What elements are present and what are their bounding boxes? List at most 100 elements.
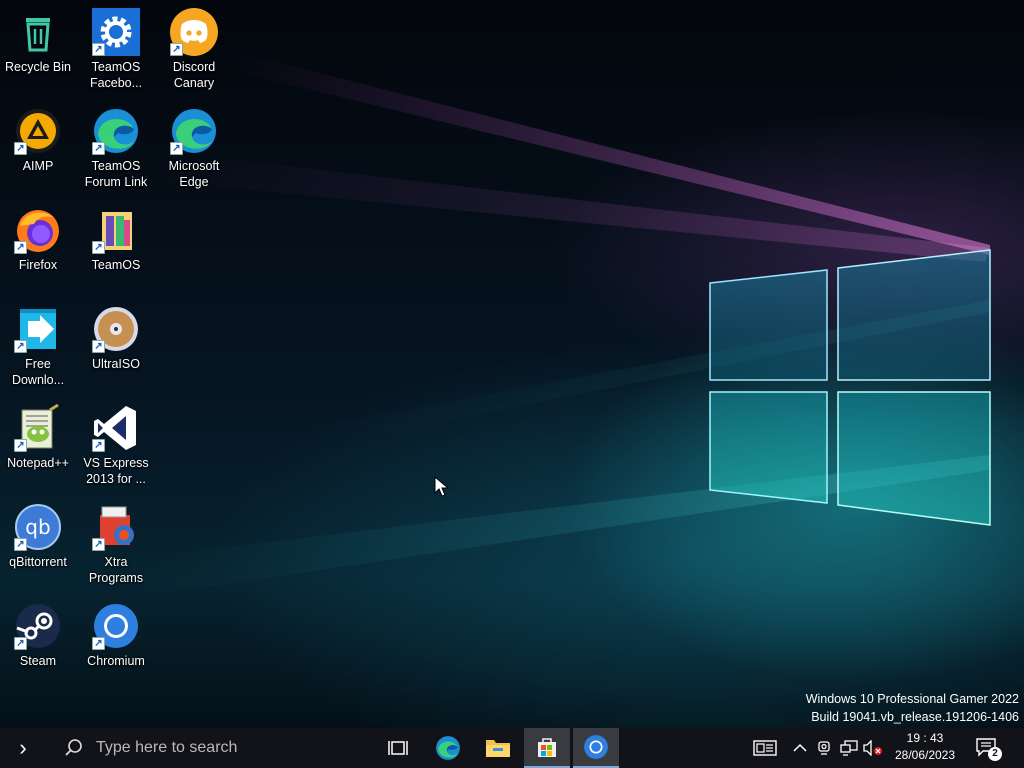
search-placeholder: Type here to search bbox=[96, 739, 238, 756]
ultraiso-disc-icon: ↗ bbox=[92, 305, 140, 353]
desktop-icon-microsoft-edge[interactable]: ↗ Microsoft Edge bbox=[156, 101, 232, 193]
firefox-icon: ↗ bbox=[14, 206, 62, 254]
news-and-interests-button[interactable] bbox=[748, 728, 782, 768]
watermark-build: Build 19041.vb_release.191206-1406 bbox=[811, 710, 1019, 724]
taskbar-edge-button[interactable] bbox=[424, 728, 472, 768]
network-icon bbox=[840, 740, 858, 756]
chevron-right-icon: › bbox=[19, 735, 27, 760]
shortcut-arrow-icon: ↗ bbox=[14, 241, 27, 254]
icon-label: Firefox bbox=[18, 258, 58, 272]
search-icon bbox=[65, 739, 82, 756]
desktop-icon-teamos-facebook[interactable]: ↗ TeamOS Facebo... bbox=[78, 2, 154, 94]
folder-icon bbox=[486, 740, 510, 757]
task-view-icon bbox=[388, 741, 408, 755]
shortcut-arrow-icon: ↗ bbox=[92, 241, 105, 254]
windows-build-watermark: Windows 10 Professional Gamer 2022 Build… bbox=[806, 690, 1019, 726]
chromium-icon: ↗ bbox=[92, 602, 140, 650]
shortcut-arrow-icon: ↗ bbox=[14, 340, 27, 353]
icon-label: TeamOS bbox=[91, 258, 141, 272]
visual-studio-icon: ↗ bbox=[92, 404, 140, 452]
desktop-icon-recycle-bin[interactable]: Recycle Bin bbox=[0, 2, 76, 94]
recycle-bin-icon bbox=[14, 8, 62, 56]
teamos-icon: ↗ bbox=[92, 206, 140, 254]
desktop-icon-teamos[interactable]: ↗ TeamOS bbox=[78, 200, 154, 292]
action-center-button[interactable]: 2 bbox=[970, 728, 1004, 768]
shortcut-arrow-icon: ↗ bbox=[92, 142, 105, 155]
start-button[interactable]: › bbox=[0, 728, 46, 768]
desktop-icon-firefox[interactable]: ↗ Firefox bbox=[0, 200, 76, 292]
desktop-icon-steam[interactable]: ↗ Steam bbox=[0, 596, 76, 688]
shortcut-arrow-icon: ↗ bbox=[92, 538, 105, 551]
desktop-icon-vs-express[interactable]: ↗ VS Express 2013 for ... bbox=[78, 398, 154, 490]
icon-label: qBittorrent bbox=[9, 555, 67, 569]
desktop-icon-qbittorrent[interactable]: qb ↗ qBittorrent bbox=[0, 497, 76, 589]
desktop[interactable]: Recycle Bin ↗ AIMP ↗ Firefox ↗ Free Down… bbox=[0, 0, 1024, 728]
discord-icon: ↗ bbox=[170, 8, 218, 56]
mouse-cursor-icon bbox=[434, 476, 450, 497]
taskbar-clock[interactable]: 19 : 43 28/06/2023 bbox=[884, 730, 966, 764]
edge-icon bbox=[436, 736, 460, 760]
desktop-icon-ultraiso[interactable]: ↗ UltraISO bbox=[78, 299, 154, 391]
shortcut-arrow-icon: ↗ bbox=[14, 637, 27, 650]
show-hidden-icons-button[interactable] bbox=[790, 728, 810, 768]
desktop-icon-discord-canary[interactable]: ↗ Discord Canary bbox=[156, 2, 232, 94]
aimp-icon: ↗ bbox=[14, 107, 62, 155]
icon-label: Xtra Programs bbox=[88, 555, 144, 585]
icon-label: Microsoft Edge bbox=[168, 159, 220, 189]
taskbar-file-explorer-button[interactable] bbox=[474, 728, 522, 768]
tray-webcam-button[interactable] bbox=[814, 728, 834, 768]
tray-network-button[interactable] bbox=[838, 728, 860, 768]
shortcut-arrow-icon: ↗ bbox=[92, 439, 105, 452]
edge-icon: ↗ bbox=[92, 107, 140, 155]
chromium-icon bbox=[584, 735, 608, 759]
shortcut-arrow-icon: ↗ bbox=[14, 538, 27, 551]
icon-label: Chromium bbox=[87, 654, 145, 668]
edge-icon: ↗ bbox=[170, 107, 218, 155]
clock-time: 19 : 43 bbox=[906, 731, 944, 745]
icon-label: Free Downlo... bbox=[11, 357, 65, 387]
webcam-icon bbox=[818, 741, 830, 755]
svg-text:qb: qb bbox=[25, 515, 50, 539]
store-icon bbox=[538, 738, 556, 757]
notepad-plus-plus-icon: ↗ bbox=[14, 403, 62, 452]
taskbar-search-box[interactable]: Type here to search bbox=[46, 728, 376, 768]
shortcut-arrow-icon: ↗ bbox=[14, 439, 27, 452]
tray-volume-button[interactable] bbox=[862, 728, 884, 768]
taskbar-store-button[interactable] bbox=[524, 728, 570, 768]
taskbar-chromium-button[interactable] bbox=[573, 728, 619, 768]
free-download-manager-icon: ↗ bbox=[14, 305, 62, 353]
shortcut-arrow-icon: ↗ bbox=[14, 142, 27, 155]
shortcut-arrow-icon: ↗ bbox=[92, 340, 105, 353]
steam-icon: ↗ bbox=[14, 602, 62, 650]
chevron-up-icon bbox=[793, 743, 807, 752]
gear-settings-icon: ↗ bbox=[92, 8, 140, 56]
icon-label: AIMP bbox=[22, 159, 54, 173]
icon-label: VS Express 2013 for ... bbox=[83, 456, 149, 486]
notification-count-badge: 2 bbox=[988, 747, 1002, 761]
icon-label: Discord Canary bbox=[172, 60, 216, 90]
desktop-icon-aimp[interactable]: ↗ AIMP bbox=[0, 101, 76, 193]
shortcut-arrow-icon: ↗ bbox=[170, 43, 183, 56]
desktop-icon-chromium[interactable]: ↗ Chromium bbox=[78, 596, 154, 688]
clock-date: 28/06/2023 bbox=[894, 748, 956, 762]
icon-label: Recycle Bin bbox=[5, 60, 71, 74]
icon-label: Steam bbox=[19, 654, 57, 668]
desktop-icon-free-download-manager[interactable]: ↗ Free Downlo... bbox=[0, 299, 76, 391]
news-icon bbox=[753, 740, 777, 756]
xtra-programs-icon: ↗ bbox=[92, 503, 140, 551]
volume-muted-icon bbox=[863, 740, 882, 756]
desktop-icon-teamos-forum-link[interactable]: ↗ TeamOS Forum Link bbox=[78, 101, 154, 193]
shortcut-arrow-icon: ↗ bbox=[92, 43, 105, 56]
icon-label: TeamOS Facebo... bbox=[89, 60, 143, 90]
qbittorrent-icon: qb ↗ bbox=[14, 503, 62, 551]
icon-label: TeamOS Forum Link bbox=[84, 159, 148, 189]
icon-label: Notepad++ bbox=[7, 456, 69, 470]
shortcut-arrow-icon: ↗ bbox=[170, 142, 183, 155]
task-view-button[interactable] bbox=[376, 728, 420, 768]
shortcut-arrow-icon: ↗ bbox=[92, 637, 105, 650]
watermark-edition: Windows 10 Professional Gamer 2022 bbox=[805, 692, 1019, 706]
taskbar: › Type here to search 19: 43 28/06/2023… bbox=[0, 728, 1024, 768]
icon-label: UltraISO bbox=[92, 357, 140, 371]
desktop-icon-xtra-programs[interactable]: ↗ Xtra Programs bbox=[78, 497, 154, 589]
desktop-icon-notepad-plus-plus[interactable]: ↗ Notepad++ bbox=[0, 398, 76, 490]
